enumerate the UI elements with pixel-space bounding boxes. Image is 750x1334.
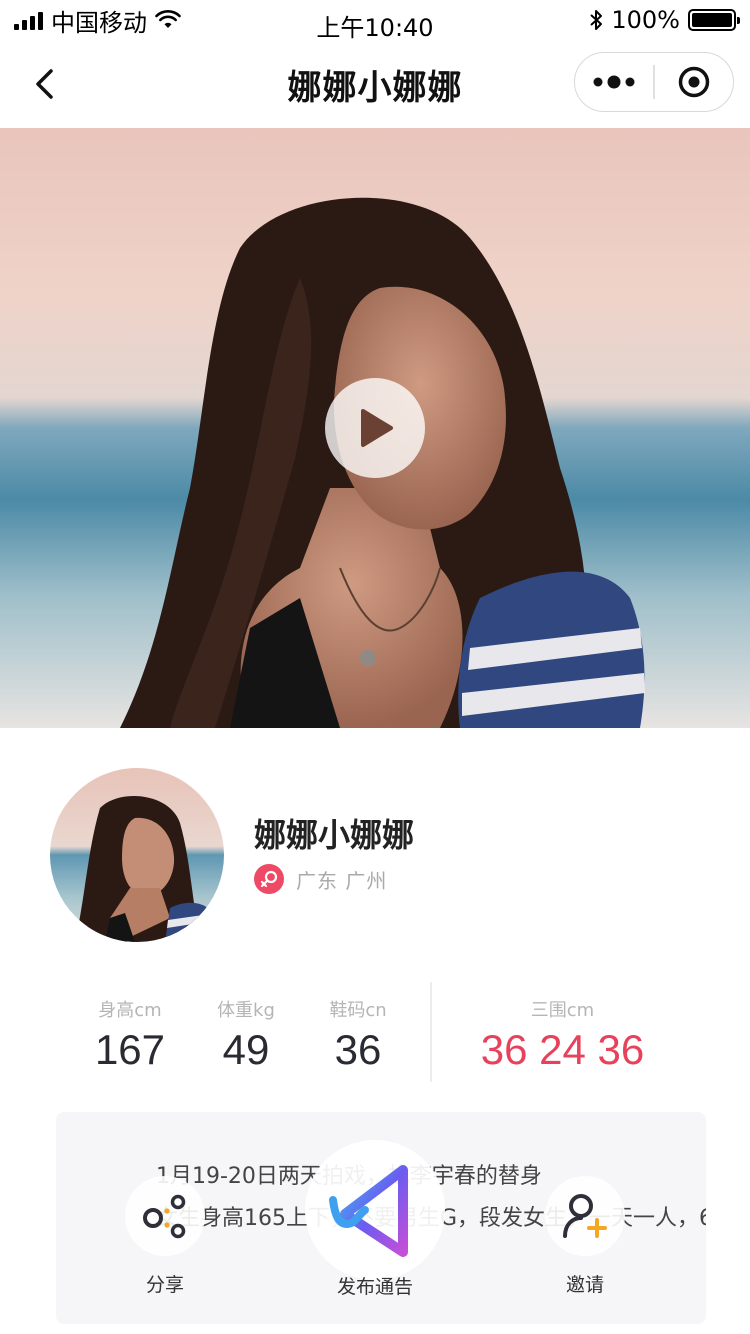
stat-weight-value: 49	[222, 1026, 270, 1073]
stat-height-value: 167	[94, 1026, 166, 1073]
back-button[interactable]	[22, 62, 66, 106]
more-button[interactable]	[575, 53, 653, 111]
share-button[interactable]: 分享	[124, 1176, 206, 1297]
venus-icon	[260, 870, 278, 888]
play-button[interactable]	[325, 378, 425, 478]
carrier-label: 中国移动	[51, 8, 147, 37]
miniprogram-capsule	[574, 52, 734, 112]
nav-bar: 娜娜小娜娜	[0, 40, 750, 128]
profile-name: 娜娜小娜娜	[254, 816, 415, 854]
share-icon	[143, 1194, 186, 1239]
battery-level	[692, 13, 732, 27]
status-right: 100%	[589, 6, 740, 34]
female-gender-icon	[254, 864, 284, 894]
status-left: 中国移动	[14, 3, 181, 38]
location-text: 广东 广州	[296, 868, 388, 893]
stat-shoe: 鞋码cn 36	[318, 996, 398, 1074]
stat-measurements-label: 三围cm	[530, 1000, 595, 1021]
add-user-icon	[563, 1194, 607, 1238]
avatar[interactable]	[50, 768, 224, 942]
publish-label: 发布通告	[336, 1276, 413, 1298]
page-title: 娜娜小娜娜	[287, 67, 463, 108]
more-dots-icon	[593, 75, 635, 89]
invite-button[interactable]: 邀请	[544, 1176, 626, 1297]
bluetooth-icon	[590, 10, 603, 30]
invite-label: 邀请	[565, 1274, 604, 1296]
stat-measurements: 三围cm 36 24 36	[460, 996, 665, 1074]
stat-shoe-label: 鞋码cn	[329, 1000, 387, 1021]
hero-video[interactable]	[0, 128, 750, 728]
status-bar: 中国移动 上午10:40 100%	[0, 0, 750, 42]
target-icon	[678, 66, 710, 98]
invite-circle	[545, 1176, 625, 1256]
play-icon	[361, 409, 393, 447]
stat-shoe-value: 36	[334, 1026, 382, 1073]
stat-height: 身高cm 167	[90, 996, 170, 1074]
stat-weight-label: 体重kg	[217, 1000, 275, 1021]
publish-circle	[305, 1140, 445, 1280]
stat-weight: 体重kg 49	[206, 996, 286, 1074]
location-row: 广东 广州	[254, 864, 387, 894]
stats-divider	[430, 982, 432, 1082]
signal-icon	[14, 10, 43, 30]
publish-logo-icon	[329, 1165, 408, 1257]
publish-button[interactable]: 发布通告	[300, 1140, 450, 1299]
share-circle	[125, 1176, 205, 1256]
battery-percent: 100%	[611, 6, 680, 34]
avatar-photo	[50, 768, 224, 942]
wifi-icon	[155, 10, 181, 28]
stat-height-label: 身高cm	[98, 1000, 162, 1021]
share-label: 分享	[145, 1274, 184, 1296]
stat-measurements-value: 36 24 36	[480, 1026, 645, 1073]
close-miniprogram-button[interactable]	[655, 53, 733, 111]
battery-icon	[688, 9, 740, 31]
chevron-left-icon	[36, 69, 53, 99]
